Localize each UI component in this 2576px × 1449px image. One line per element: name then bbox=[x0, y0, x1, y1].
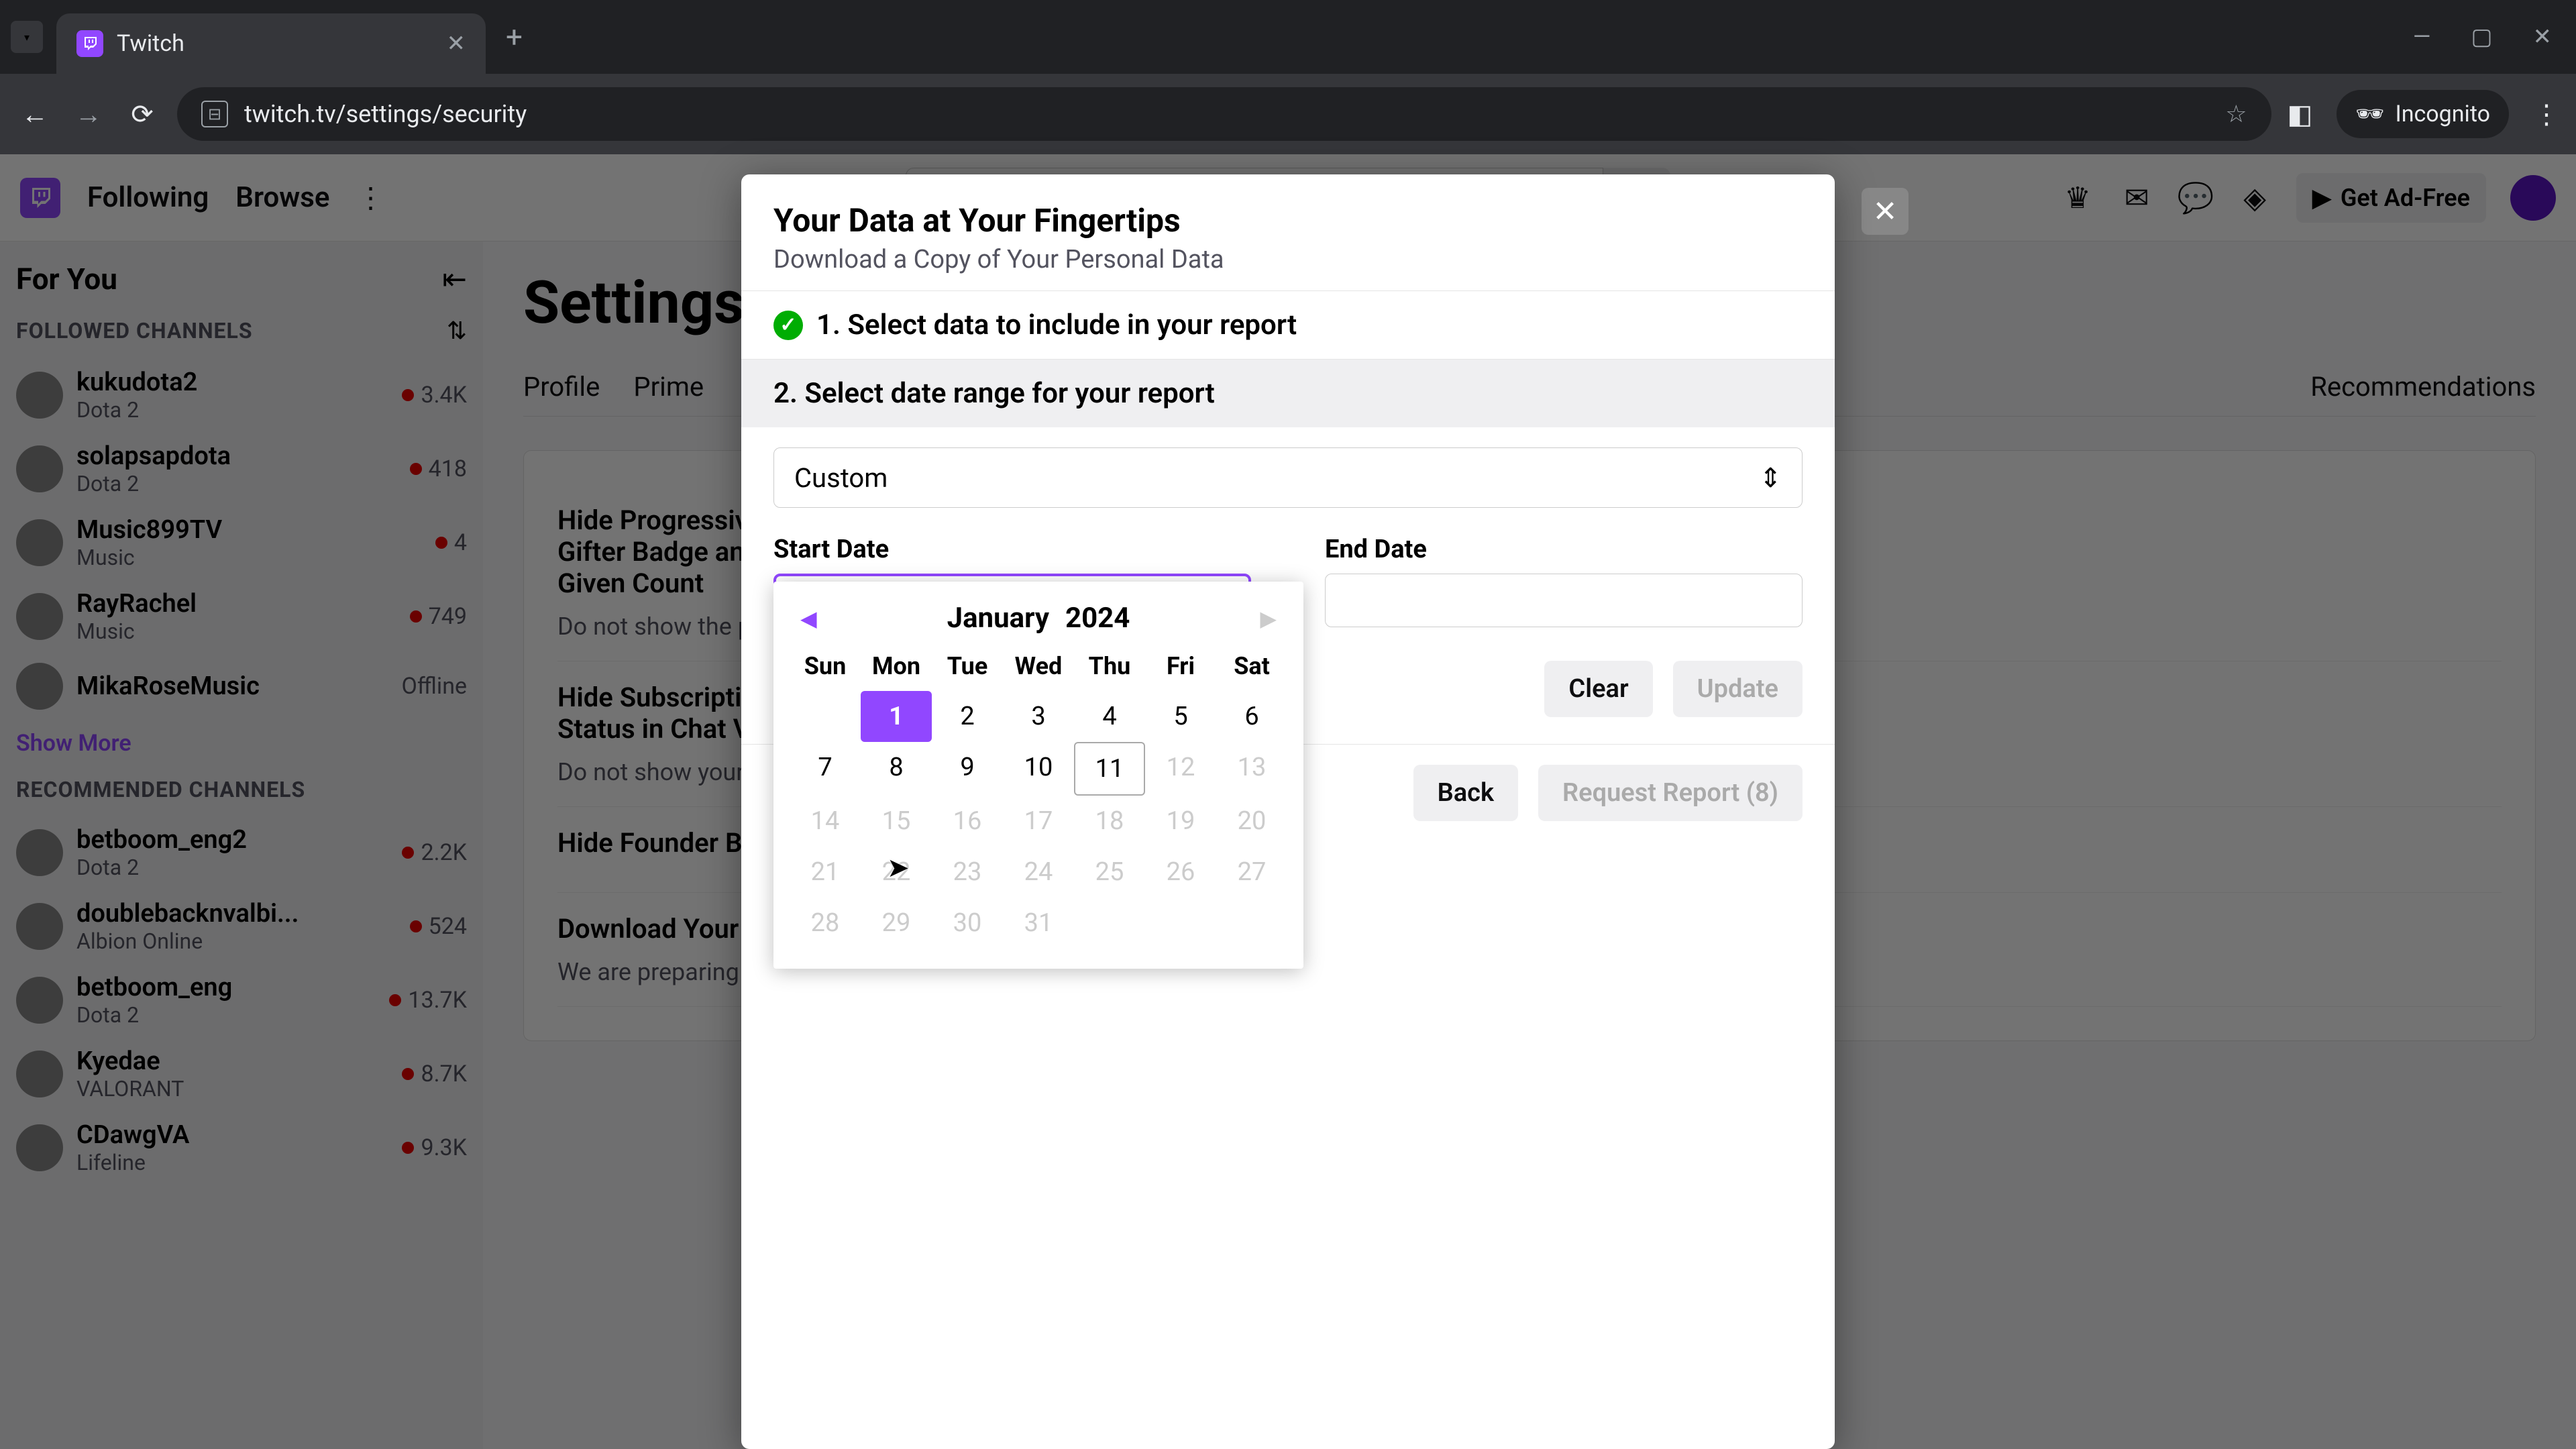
end-date-label: End Date bbox=[1325, 535, 1803, 564]
calendar-day: 25 bbox=[1074, 847, 1145, 898]
calendar-day bbox=[1074, 898, 1145, 949]
calendar-day[interactable]: 2 bbox=[932, 691, 1003, 742]
weekday-header: Tue bbox=[932, 641, 1003, 691]
calendar-day[interactable]: 1 bbox=[861, 691, 932, 742]
tab-close-icon[interactable]: ✕ bbox=[447, 30, 466, 57]
chevron-down-icon: ▾ bbox=[24, 31, 30, 44]
calendar-day: 16 bbox=[932, 796, 1003, 847]
back-button-modal[interactable]: Back bbox=[1413, 765, 1518, 821]
reload-button[interactable]: ⟳ bbox=[123, 95, 161, 133]
modal-close-button[interactable]: ✕ bbox=[1862, 188, 1909, 235]
calendar-day: 31 bbox=[1003, 898, 1074, 949]
tab-title: Twitch bbox=[117, 30, 433, 57]
close-window-icon[interactable]: ✕ bbox=[2533, 23, 2553, 50]
panel-icon[interactable]: ◧ bbox=[2288, 99, 2313, 130]
calendar-month: January bbox=[947, 602, 1049, 635]
calendar-day[interactable]: 7 bbox=[790, 742, 861, 796]
back-button[interactable]: ← bbox=[16, 95, 54, 133]
request-report-button: Request Report (8) bbox=[1538, 765, 1803, 821]
calendar-day[interactable]: 5 bbox=[1145, 691, 1216, 742]
select-chevron-icon: ⇕ bbox=[1759, 462, 1782, 494]
calendar-day[interactable]: 11 bbox=[1074, 742, 1145, 796]
weekday-header: Wed bbox=[1003, 641, 1074, 691]
browser-menu-icon[interactable]: ⋮ bbox=[2533, 99, 2560, 130]
incognito-badge[interactable]: 🕶 Incognito bbox=[2337, 90, 2509, 138]
minimize-icon[interactable]: ― bbox=[2413, 23, 2431, 50]
date-range-select[interactable]: Custom ⇕ bbox=[773, 447, 1803, 508]
calendar-day: 19 bbox=[1145, 796, 1216, 847]
calendar-day: 17 bbox=[1003, 796, 1074, 847]
calendar-day: 27 bbox=[1216, 847, 1287, 898]
new-tab-button[interactable]: + bbox=[506, 19, 523, 54]
calendar-day: 13 bbox=[1216, 742, 1287, 796]
calendar-day: 12 bbox=[1145, 742, 1216, 796]
bookmark-icon[interactable]: ☆ bbox=[2225, 100, 2247, 128]
data-download-modal: ✕ Your Data at Your Fingertips Download … bbox=[741, 174, 1835, 1449]
date-picker: ◀ January 2024 ▶ SunMonTueWedThuFriSat 1… bbox=[773, 582, 1303, 969]
calendar-day: 15 bbox=[861, 796, 932, 847]
twitch-favicon bbox=[76, 30, 103, 57]
next-month-icon: ▶ bbox=[1260, 606, 1277, 631]
calendar-day bbox=[1145, 898, 1216, 949]
calendar-day[interactable]: 8 bbox=[861, 742, 932, 796]
weekday-header: Fri bbox=[1145, 641, 1216, 691]
calendar-day[interactable]: 6 bbox=[1216, 691, 1287, 742]
start-date-label: Start Date bbox=[773, 535, 1251, 564]
check-icon: ✓ bbox=[773, 311, 803, 340]
modal-subtitle: Download a Copy of Your Personal Data bbox=[773, 245, 1803, 274]
calendar-day: 14 bbox=[790, 796, 861, 847]
calendar-day: 21 bbox=[790, 847, 861, 898]
site-settings-icon[interactable]: ⊟ bbox=[201, 101, 228, 127]
calendar-day[interactable]: 10 bbox=[1003, 742, 1074, 796]
calendar-day: 28 bbox=[790, 898, 861, 949]
step-1[interactable]: ✓ 1. Select data to include in your repo… bbox=[741, 290, 1835, 360]
update-button: Update bbox=[1673, 661, 1803, 717]
calendar-day[interactable]: 3 bbox=[1003, 691, 1074, 742]
calendar-day: 30 bbox=[932, 898, 1003, 949]
prev-month-icon[interactable]: ◀ bbox=[800, 606, 817, 631]
browser-tab[interactable]: Twitch ✕ bbox=[56, 13, 486, 74]
calendar-day: 23 bbox=[932, 847, 1003, 898]
step-2: 2. Select date range for your report bbox=[741, 360, 1835, 427]
calendar-day[interactable]: 4 bbox=[1074, 691, 1145, 742]
forward-button[interactable]: → bbox=[70, 95, 107, 133]
calendar-day: 20 bbox=[1216, 796, 1287, 847]
weekday-header: Thu bbox=[1074, 641, 1145, 691]
calendar-day: 26 bbox=[1145, 847, 1216, 898]
calendar-day: 18 bbox=[1074, 796, 1145, 847]
modal-layer: ✕ Your Data at Your Fingertips Download … bbox=[0, 154, 2576, 1449]
tab-search-button[interactable]: ▾ bbox=[11, 21, 43, 53]
browser-toolbar: ← → ⟳ ⊟ twitch.tv/settings/security ☆ ◧ … bbox=[0, 74, 2576, 154]
maximize-icon[interactable]: ▢ bbox=[2471, 23, 2492, 50]
calendar-day bbox=[1216, 898, 1287, 949]
calendar-day: 24 bbox=[1003, 847, 1074, 898]
weekday-header: Sat bbox=[1216, 641, 1287, 691]
browser-tab-strip: ▾ Twitch ✕ + ― ▢ ✕ bbox=[0, 0, 2576, 74]
modal-title: Your Data at Your Fingertips bbox=[773, 201, 1803, 239]
calendar-year: 2024 bbox=[1065, 602, 1130, 635]
end-date-input[interactable] bbox=[1325, 574, 1803, 627]
weekday-header: Sun bbox=[790, 641, 861, 691]
address-bar[interactable]: ⊟ twitch.tv/settings/security ☆ bbox=[177, 87, 2271, 141]
calendar-day: 29 bbox=[861, 898, 932, 949]
incognito-icon: 🕶 bbox=[2355, 101, 2384, 127]
weekday-header: Mon bbox=[861, 641, 932, 691]
calendar-day: 22 bbox=[861, 847, 932, 898]
calendar-day bbox=[790, 691, 861, 742]
close-icon: ✕ bbox=[1873, 194, 1898, 229]
calendar-day[interactable]: 9 bbox=[932, 742, 1003, 796]
url-text: twitch.tv/settings/security bbox=[244, 100, 527, 128]
clear-button[interactable]: Clear bbox=[1544, 661, 1652, 717]
